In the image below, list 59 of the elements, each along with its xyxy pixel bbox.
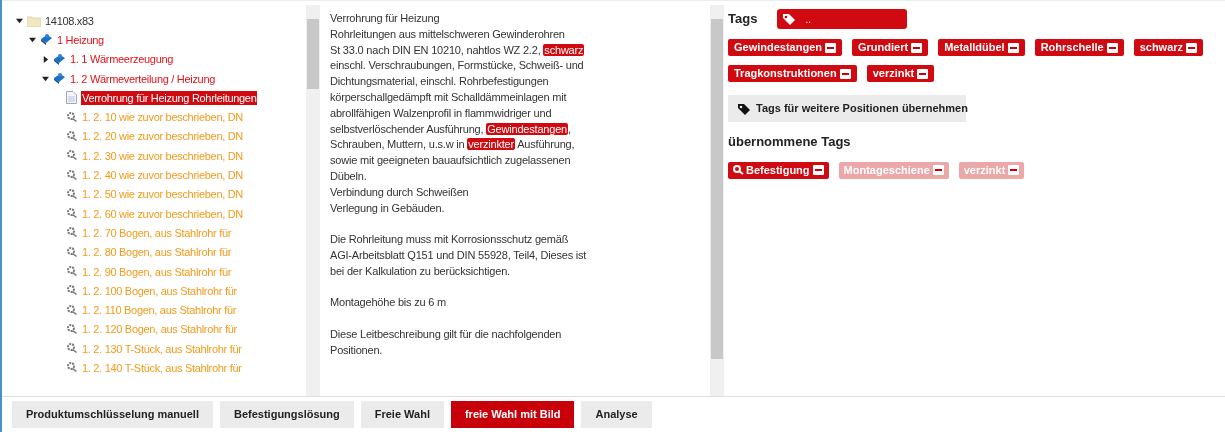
tree-item[interactable]: 1 Heizung (57, 32, 104, 47)
description-text: einschl. Verschraubungen, Formstücke, Schweiß- und (330, 58, 585, 74)
tree-item[interactable]: 1. 1 Wärmeerzeugung (70, 52, 174, 67)
tag-input-field[interactable]: .. (777, 9, 908, 29)
bottom-tab[interactable]: Produktumschlüsselung manuell (12, 401, 213, 428)
description-text: Diese Leitbeschreibung gilt für die nachfolgenden (330, 326, 563, 342)
caret-icon[interactable] (28, 36, 36, 44)
description-text: Montagehöhe bis zu 6 m (330, 295, 448, 311)
description-text: St 33.0 nach DIN EN 10210, nahtlos WZ 2.2, schwarz (330, 42, 586, 58)
bottom-tab[interactable]: Freie Wahl (360, 401, 444, 428)
tag-chip[interactable]: Befestigung (728, 161, 829, 179)
tree-item[interactable]: 14108.x83 (45, 13, 94, 28)
bottom-tab[interactable]: freie Wahl mit Bild (450, 401, 575, 428)
tag-chip[interactable]: Gewindestangen (728, 39, 843, 56)
remove-icon[interactable] (1186, 42, 1198, 53)
bottom-tab[interactable]: Analyse (581, 401, 652, 428)
description-text: körperschallgedämpft mit Schalldämmeinlagen mit (330, 90, 568, 105)
description-text: selbstverlöschender Ausführung, Gewindestangen, (330, 121, 572, 137)
caret-icon[interactable] (41, 55, 49, 63)
description-text: Dübeln. (330, 168, 368, 184)
tree-item[interactable]: 1. 2 Wärmeverteilung / Heizung (70, 71, 216, 86)
tag-chip[interactable]: verzinkt (866, 65, 935, 82)
caret-icon[interactable] (41, 75, 49, 83)
description-text: Dichtungsmaterial, einschl. Rohrbefestigungen (330, 74, 550, 90)
description-text: Verbindung durch Schweißen (330, 184, 470, 200)
description-text: abrollfähigen Walzenprofil in flammwidriger und (330, 105, 553, 121)
tag-chip[interactable]: Grundiert (852, 39, 929, 56)
folder-icon (27, 14, 41, 27)
remove-icon[interactable] (839, 68, 851, 79)
tag-icon (783, 13, 798, 25)
remove-icon[interactable] (1007, 42, 1019, 53)
description-text: Rohrleitungen aus mittelschweren Gewinderohren (330, 26, 566, 42)
adopted-tags-title: übernommene Tags (728, 133, 851, 151)
remove-icon[interactable] (917, 68, 929, 79)
scrollbar[interactable] (306, 5, 320, 396)
description-text: Positionen. (330, 342, 384, 358)
tag-chip[interactable]: Metalldübel (938, 39, 1025, 56)
description-text: bei der Kalkulation zu berücksichtigen. (330, 263, 511, 279)
tree-item[interactable]: Verrohrung für Heizung Rohrleitungen (81, 90, 258, 105)
tags-title: Tags (728, 10, 758, 29)
description-text: Schrauben, Muttern, u.s.w in verzinkter Ausführung, (330, 137, 576, 153)
remove-icon[interactable] (911, 42, 923, 53)
description-text: sowie mit geeigneten bauaufsichtlich zugelassenen (330, 153, 572, 169)
bottom-tab[interactable]: Befestigungslösung (220, 401, 354, 428)
remove-icon[interactable] (825, 42, 837, 53)
scrollbar[interactable] (710, 5, 724, 396)
tag-icon (738, 102, 752, 115)
description-text: AGI-Arbeitsblatt Q151 und DIN 55928, Teil4, Dieses ist (330, 247, 588, 263)
tag-chip[interactable]: Rohrschelle (1034, 39, 1124, 56)
document-icon (66, 91, 77, 105)
apply-tags-button[interactable]: Tags für weitere Positionen übernehmen (728, 95, 966, 122)
description-text: Verlegung in Gebäuden. (330, 200, 446, 216)
remove-icon[interactable] (1106, 42, 1118, 53)
description-text: Die Rohrleitung muss mit Korrosionsschutz gemäß (330, 232, 570, 248)
caret-icon[interactable] (15, 17, 23, 25)
tag-chip[interactable]: schwarz (1133, 39, 1204, 56)
remove-icon[interactable] (812, 165, 824, 175)
description-text: Verrohrung für Heizung (330, 11, 441, 26)
tag-chip[interactable]: Tragkonstruktionen (728, 65, 857, 82)
